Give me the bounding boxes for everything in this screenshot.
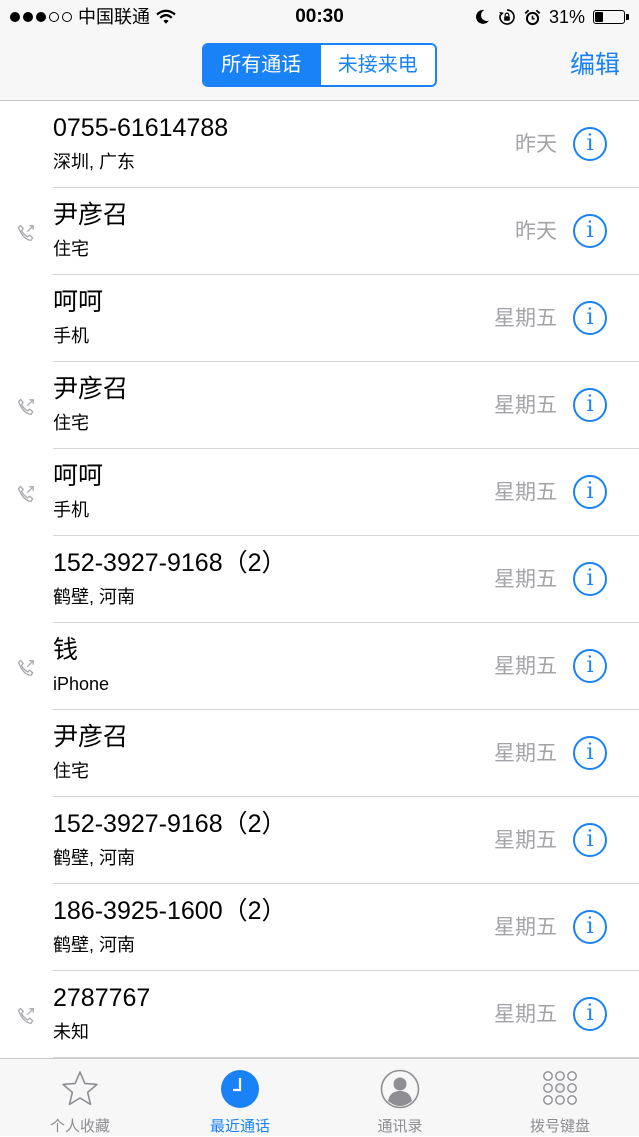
call-row[interactable]: 2787767 未知 星期五 i: [0, 971, 639, 1058]
status-right: 31%: [474, 0, 629, 34]
edit-button[interactable]: 编辑: [570, 48, 620, 82]
call-date: 星期五: [494, 916, 557, 939]
caller-detail: 手机: [53, 326, 89, 346]
call-filter-segmented-control: 所有通话 未接来电: [202, 43, 437, 87]
moon-icon: [475, 9, 489, 24]
caller-detail: 深圳, 广东: [53, 152, 136, 172]
rotation-lock-icon: [499, 9, 515, 25]
outgoing-call-icon: [17, 398, 34, 416]
caller-detail: 住宅: [53, 413, 89, 433]
info-icon[interactable]: i: [573, 388, 607, 422]
call-row[interactable]: 钱 iPhone 星期五 i: [0, 623, 639, 710]
segment-missed-calls[interactable]: 未接来电: [318, 45, 435, 85]
caller-detail: 手机: [53, 500, 89, 520]
outgoing-call-icon: [17, 224, 34, 242]
call-row[interactable]: 呵呵 手机 星期五 i: [0, 275, 639, 362]
info-icon[interactable]: i: [573, 562, 607, 596]
tab-bar: 个人收藏 最近通话 通讯录 拨号键盘: [0, 1058, 639, 1136]
caller-name: 呵呵: [53, 288, 104, 316]
tab-label: 拨号键盘: [529, 1118, 590, 1135]
caller-name: 2787767: [53, 984, 151, 1012]
call-date: 昨天: [515, 220, 557, 243]
tab-favorites[interactable]: 个人收藏: [0, 1059, 160, 1137]
recent-calls-list: 0755-61614788 深圳, 广东 昨天 i 尹彦召 住宅 昨天 i 呵呵…: [0, 101, 639, 1058]
call-row[interactable]: 尹彦召 住宅 昨天 i: [0, 188, 639, 275]
contact-icon: [380, 1069, 420, 1109]
info-icon[interactable]: i: [573, 475, 607, 509]
caller-name: 呵呵: [53, 462, 104, 490]
info-icon[interactable]: i: [573, 997, 607, 1031]
outgoing-call-icon: [17, 659, 34, 677]
call-row[interactable]: 尹彦召 住宅 星期五 i: [0, 362, 639, 449]
tab-keypad[interactable]: 拨号键盘: [480, 1059, 639, 1137]
call-row[interactable]: 152-3927-9168（2） 鹤壁, 河南 星期五 i: [0, 536, 639, 623]
info-icon[interactable]: i: [573, 736, 607, 770]
star-icon: [62, 1071, 98, 1106]
outgoing-call-icon: [17, 1007, 34, 1025]
top-bar: 中国联通 00:30 31% 所有通话 未接来电 编辑: [0, 0, 639, 101]
status-bar: 中国联通 00:30 31%: [0, 0, 639, 34]
tab-contacts[interactable]: 通讯录: [320, 1059, 480, 1137]
alarm-icon: [524, 9, 541, 25]
call-date: 星期五: [494, 829, 557, 852]
call-date: 星期五: [494, 307, 557, 330]
battery-icon: [593, 10, 629, 24]
call-row[interactable]: 尹彦召 住宅 星期五 i: [0, 710, 639, 797]
info-icon[interactable]: i: [573, 910, 607, 944]
call-row[interactable]: 呵呵 手机 星期五 i: [0, 449, 639, 536]
caller-name: 尹彦召: [53, 723, 129, 751]
caller-detail: 鹤壁, 河南: [53, 587, 136, 607]
info-icon[interactable]: i: [573, 214, 607, 248]
segment-all-calls[interactable]: 所有通话: [204, 45, 319, 85]
tab-recents[interactable]: 最近通话: [160, 1059, 320, 1137]
caller-detail: 住宅: [53, 239, 89, 259]
call-row[interactable]: 152-3927-9168（2） 鹤壁, 河南 星期五 i: [0, 797, 639, 884]
tab-label: 通讯录: [377, 1118, 423, 1135]
call-date: 星期五: [494, 568, 557, 591]
outgoing-call-icon: [17, 485, 34, 503]
caller-detail: 住宅: [53, 761, 89, 781]
caller-detail: 鹤壁, 河南: [53, 935, 136, 955]
caller-name: 152-3927-9168（2）: [53, 810, 287, 838]
info-icon[interactable]: i: [573, 649, 607, 683]
tab-label: 个人收藏: [49, 1118, 110, 1135]
info-icon[interactable]: i: [573, 823, 607, 857]
battery-percent: 31%: [548, 7, 585, 27]
call-date: 昨天: [515, 133, 557, 156]
call-date: 星期五: [494, 655, 557, 678]
call-date: 星期五: [494, 481, 557, 504]
caller-detail: 未知: [53, 1022, 89, 1042]
clock-icon: [221, 1070, 259, 1108]
info-icon[interactable]: i: [573, 127, 607, 161]
caller-detail: iPhone: [53, 674, 110, 694]
caller-name: 钱: [53, 636, 79, 664]
caller-detail: 鹤壁, 河南: [53, 848, 136, 868]
caller-name: 尹彦召: [53, 375, 129, 403]
tab-label: 最近通话: [209, 1118, 270, 1135]
info-icon[interactable]: i: [573, 301, 607, 335]
caller-name: 152-3927-9168（2）: [53, 549, 287, 577]
call-row[interactable]: 186-3925-1600（2） 鹤壁, 河南 星期五 i: [0, 884, 639, 971]
call-date: 星期五: [494, 394, 557, 417]
call-date: 星期五: [494, 1003, 557, 1026]
keypad-icon: [543, 1071, 577, 1105]
caller-name: 0755-61614788: [53, 114, 229, 142]
call-row[interactable]: 0755-61614788 深圳, 广东 昨天 i: [0, 101, 639, 188]
caller-name: 尹彦召: [53, 201, 129, 229]
call-date: 星期五: [494, 742, 557, 765]
caller-name: 186-3925-1600（2）: [53, 897, 287, 925]
